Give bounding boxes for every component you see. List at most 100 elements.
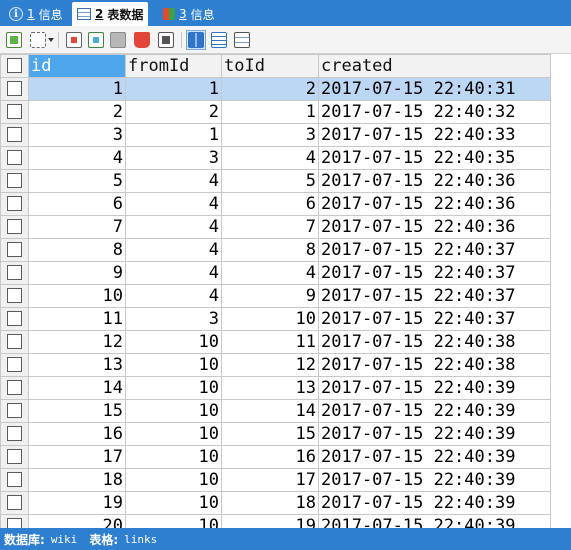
cell-toid[interactable]: 4: [221, 146, 319, 170]
cell-created[interactable]: 2017-07-15 22:40:39: [318, 399, 551, 423]
cell-fromid[interactable]: 10: [125, 399, 222, 423]
table-row[interactable]: 12 10 11 2017-07-15 22:40:38: [0, 330, 551, 354]
cell-toid[interactable]: 3: [221, 123, 319, 147]
grid-view-button[interactable]: [186, 30, 206, 50]
row-checkbox[interactable]: [7, 311, 22, 326]
row-selector[interactable]: [0, 376, 29, 400]
cell-id[interactable]: 10: [28, 284, 126, 308]
table-row[interactable]: 14 10 13 2017-07-15 22:40:39: [0, 376, 551, 400]
cell-toid[interactable]: 4: [221, 261, 319, 285]
row-checkbox[interactable]: [7, 449, 22, 464]
column-header-created[interactable]: created: [318, 54, 551, 78]
row-checkbox[interactable]: [7, 472, 22, 487]
row-selector[interactable]: [0, 445, 29, 469]
cell-created[interactable]: 2017-07-15 22:40:39: [318, 514, 551, 528]
cell-created[interactable]: 2017-07-15 22:40:36: [318, 169, 551, 193]
row-checkbox[interactable]: [7, 357, 22, 372]
row-checkbox[interactable]: [7, 81, 22, 96]
cell-toid[interactable]: 10: [221, 307, 319, 331]
row-selector[interactable]: [0, 192, 29, 216]
cell-toid[interactable]: 9: [221, 284, 319, 308]
row-selector[interactable]: [0, 422, 29, 446]
cell-id[interactable]: 20: [28, 514, 126, 528]
cell-created[interactable]: 2017-07-15 22:40:39: [318, 491, 551, 515]
cell-toid[interactable]: 19: [221, 514, 319, 528]
cell-fromid[interactable]: 3: [125, 307, 222, 331]
cell-toid[interactable]: 13: [221, 376, 319, 400]
cell-id[interactable]: 17: [28, 445, 126, 469]
cell-created[interactable]: 2017-07-15 22:40:36: [318, 192, 551, 216]
cell-created[interactable]: 2017-07-15 22:40:31: [318, 77, 551, 101]
column-header-id[interactable]: id: [28, 54, 126, 78]
table-row[interactable]: 20 10 19 2017-07-15 22:40:39: [0, 514, 551, 528]
cell-created[interactable]: 2017-07-15 22:40:37: [318, 284, 551, 308]
cell-fromid[interactable]: 1: [125, 77, 222, 101]
cell-toid[interactable]: 11: [221, 330, 319, 354]
cell-created[interactable]: 2017-07-15 22:40:39: [318, 422, 551, 446]
row-checkbox[interactable]: [7, 518, 22, 528]
cell-fromid[interactable]: 4: [125, 261, 222, 285]
row-selector[interactable]: [0, 307, 29, 331]
cell-created[interactable]: 2017-07-15 22:40:37: [318, 307, 551, 331]
import-button[interactable]: [64, 30, 84, 50]
cell-fromid[interactable]: 4: [125, 192, 222, 216]
row-selector[interactable]: [0, 100, 29, 124]
row-selector[interactable]: [0, 261, 29, 285]
table-row[interactable]: 10 4 9 2017-07-15 22:40:37: [0, 284, 551, 308]
column-header-fromid[interactable]: fromId: [125, 54, 222, 78]
cell-id[interactable]: 12: [28, 330, 126, 354]
row-checkbox[interactable]: [7, 288, 22, 303]
cell-created[interactable]: 2017-07-15 22:40:38: [318, 353, 551, 377]
row-checkbox[interactable]: [7, 426, 22, 441]
select-all-header[interactable]: [0, 54, 29, 78]
cell-created[interactable]: 2017-07-15 22:40:38: [318, 330, 551, 354]
cell-id[interactable]: 6: [28, 192, 126, 216]
cell-id[interactable]: 2: [28, 100, 126, 124]
cell-created[interactable]: 2017-07-15 22:40:32: [318, 100, 551, 124]
table-row[interactable]: 6 4 6 2017-07-15 22:40:36: [0, 192, 551, 216]
cell-fromid[interactable]: 10: [125, 330, 222, 354]
cell-fromid[interactable]: 4: [125, 284, 222, 308]
row-checkbox[interactable]: [7, 127, 22, 142]
table-row[interactable]: 3 1 3 2017-07-15 22:40:33: [0, 123, 551, 147]
cell-id[interactable]: 16: [28, 422, 126, 446]
table-row[interactable]: 18 10 17 2017-07-15 22:40:39: [0, 468, 551, 492]
cell-id[interactable]: 19: [28, 491, 126, 515]
cell-toid[interactable]: 1: [221, 100, 319, 124]
cell-toid[interactable]: 8: [221, 238, 319, 262]
cell-id[interactable]: 13: [28, 353, 126, 377]
cell-fromid[interactable]: 10: [125, 514, 222, 528]
cell-fromid[interactable]: 10: [125, 491, 222, 515]
cell-created[interactable]: 2017-07-15 22:40:39: [318, 376, 551, 400]
cell-created[interactable]: 2017-07-15 22:40:37: [318, 238, 551, 262]
cell-fromid[interactable]: 4: [125, 169, 222, 193]
tab-info-1[interactable]: i 1 信息: [4, 2, 68, 26]
cell-fromid[interactable]: 10: [125, 422, 222, 446]
table-row[interactable]: 1 1 2 2017-07-15 22:40:31: [0, 77, 551, 101]
row-checkbox[interactable]: [7, 495, 22, 510]
cell-id[interactable]: 7: [28, 215, 126, 239]
cell-id[interactable]: 4: [28, 146, 126, 170]
cell-id[interactable]: 14: [28, 376, 126, 400]
row-selector[interactable]: [0, 169, 29, 193]
tab-table-data[interactable]: 2 表数据: [72, 2, 149, 26]
row-selector[interactable]: [0, 238, 29, 262]
cell-toid[interactable]: 2: [221, 77, 319, 101]
cell-fromid[interactable]: 10: [125, 376, 222, 400]
row-checkbox[interactable]: [7, 219, 22, 234]
cell-created[interactable]: 2017-07-15 22:40:37: [318, 261, 551, 285]
row-selector[interactable]: [0, 215, 29, 239]
table-row[interactable]: 11 3 10 2017-07-15 22:40:37: [0, 307, 551, 331]
text-view-button[interactable]: [232, 30, 252, 50]
cell-id[interactable]: 1: [28, 77, 126, 101]
row-selector[interactable]: [0, 77, 29, 101]
add-row-button[interactable]: [4, 30, 24, 50]
chevron-down-icon[interactable]: [48, 38, 54, 42]
cell-created[interactable]: 2017-07-15 22:40:35: [318, 146, 551, 170]
copy-row-button[interactable]: [28, 30, 48, 50]
cell-toid[interactable]: 15: [221, 422, 319, 446]
table-row[interactable]: 19 10 18 2017-07-15 22:40:39: [0, 491, 551, 515]
row-checkbox[interactable]: [7, 380, 22, 395]
cell-fromid[interactable]: 4: [125, 215, 222, 239]
cell-toid[interactable]: 12: [221, 353, 319, 377]
